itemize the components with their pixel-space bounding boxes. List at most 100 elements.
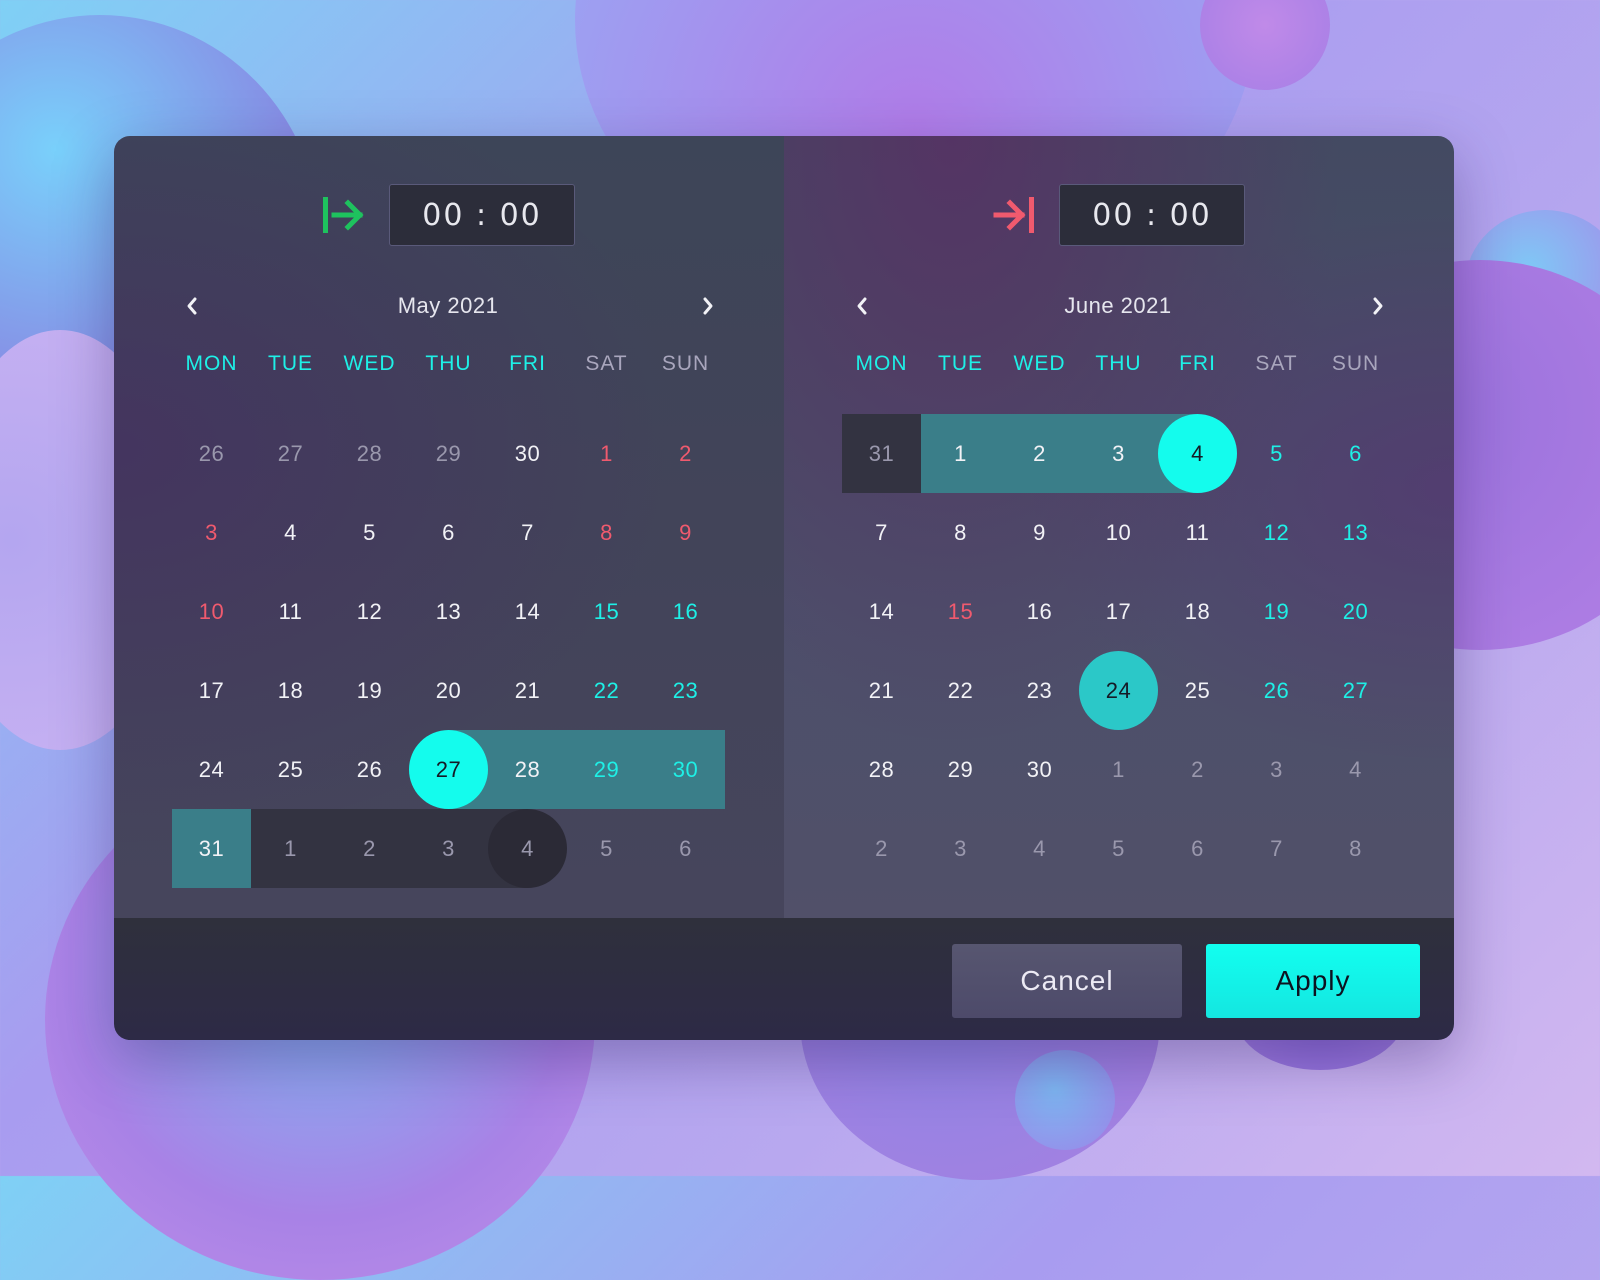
day-cell[interactable]: 27	[1316, 651, 1395, 730]
day-cell-other-month-range[interactable]: 2	[330, 809, 409, 888]
day-cell[interactable]: 21	[842, 651, 921, 730]
day-cell[interactable]: 23	[1000, 651, 1079, 730]
day-cell[interactable]: 27	[251, 414, 330, 493]
day-cell-in-range[interactable]: 3	[1079, 414, 1158, 493]
day-cell-range-end[interactable]: 4	[1158, 414, 1237, 493]
day-cell-in-range[interactable]: 29	[567, 730, 646, 809]
day-cell[interactable]: 7	[842, 493, 921, 572]
day-cell[interactable]: 8	[921, 493, 1000, 572]
day-cell[interactable]: 26	[330, 730, 409, 809]
day-cell-range-start[interactable]: 27	[409, 730, 488, 809]
day-cell[interactable]: 10	[172, 572, 251, 651]
day-number: 4	[284, 519, 297, 545]
day-cell[interactable]: 17	[1079, 572, 1158, 651]
day-cell[interactable]: 3	[1237, 730, 1316, 809]
day-cell[interactable]: 30	[1000, 730, 1079, 809]
day-cell[interactable]: 26	[1237, 651, 1316, 730]
day-cell[interactable]: 7	[1237, 809, 1316, 888]
day-cell[interactable]: 16	[1000, 572, 1079, 651]
day-cell-other-month-range-end[interactable]: 4	[488, 809, 567, 888]
day-cell[interactable]: 23	[646, 651, 725, 730]
day-cell[interactable]: 9	[646, 493, 725, 572]
day-cell[interactable]: 7	[488, 493, 567, 572]
day-cell[interactable]: 1	[567, 414, 646, 493]
day-cell[interactable]: 18	[251, 651, 330, 730]
day-cell[interactable]: 1	[1079, 730, 1158, 809]
end-time-input[interactable]: 00 : 00	[1059, 184, 1245, 246]
day-cell[interactable]: 14	[842, 572, 921, 651]
day-cell[interactable]: 19	[1237, 572, 1316, 651]
day-number: 1	[284, 835, 297, 861]
day-cell[interactable]: 5	[1237, 414, 1316, 493]
week-row: 14 15 16 17 18 19 20	[842, 572, 1395, 651]
day-cell[interactable]: 5	[330, 493, 409, 572]
day-number: 2	[1033, 440, 1046, 466]
day-cell[interactable]: 2	[646, 414, 725, 493]
day-cell[interactable]: 8	[1316, 809, 1395, 888]
day-cell[interactable]: 12	[330, 572, 409, 651]
day-cell[interactable]: 8	[567, 493, 646, 572]
day-cell[interactable]: 3	[172, 493, 251, 572]
day-cell-today[interactable]: 24	[1079, 651, 1158, 730]
day-cell-other-month-range[interactable]: 31	[842, 414, 921, 493]
day-cell[interactable]: 17	[172, 651, 251, 730]
day-cell[interactable]: 25	[251, 730, 330, 809]
day-cell[interactable]: 6	[1158, 809, 1237, 888]
day-cell-in-range[interactable]: 2	[1000, 414, 1079, 493]
end-weekday-header: MON TUE WED THU FRI SAT SUN	[842, 346, 1395, 382]
start-time-input[interactable]: 00 : 00	[389, 184, 575, 246]
day-cell[interactable]: 13	[1316, 493, 1395, 572]
day-cell[interactable]: 28	[842, 730, 921, 809]
day-cell[interactable]: 22	[567, 651, 646, 730]
day-cell[interactable]: 16	[646, 572, 725, 651]
day-cell-in-range[interactable]: 28	[488, 730, 567, 809]
day-cell[interactable]: 29	[409, 414, 488, 493]
day-cell[interactable]: 6	[409, 493, 488, 572]
day-cell[interactable]: 21	[488, 651, 567, 730]
day-cell[interactable]: 5	[567, 809, 646, 888]
day-cell[interactable]: 6	[1316, 414, 1395, 493]
day-cell-in-range[interactable]: 31	[172, 809, 251, 888]
day-cell[interactable]: 4	[1316, 730, 1395, 809]
day-cell[interactable]: 2	[842, 809, 921, 888]
day-cell[interactable]: 25	[1158, 651, 1237, 730]
day-cell[interactable]: 14	[488, 572, 567, 651]
day-cell[interactable]: 18	[1158, 572, 1237, 651]
day-cell[interactable]: 11	[251, 572, 330, 651]
day-cell[interactable]: 4	[1000, 809, 1079, 888]
day-cell-other-month-range[interactable]: 1	[251, 809, 330, 888]
day-cell[interactable]: 19	[330, 651, 409, 730]
range-end-arrow-icon	[989, 195, 1039, 235]
day-cell[interactable]: 26	[172, 414, 251, 493]
weekday-label: MON	[185, 352, 238, 375]
day-cell[interactable]: 6	[646, 809, 725, 888]
day-cell[interactable]: 4	[251, 493, 330, 572]
day-cell[interactable]: 11	[1158, 493, 1237, 572]
end-next-month-button[interactable]	[1360, 288, 1396, 324]
day-cell-in-range[interactable]: 30	[646, 730, 725, 809]
start-next-month-button[interactable]	[690, 288, 726, 324]
day-cell[interactable]: 12	[1237, 493, 1316, 572]
day-cell[interactable]: 5	[1079, 809, 1158, 888]
day-cell-in-range[interactable]: 1	[921, 414, 1000, 493]
day-cell[interactable]: 13	[409, 572, 488, 651]
day-cell[interactable]: 10	[1079, 493, 1158, 572]
day-cell[interactable]: 2	[1158, 730, 1237, 809]
day-number: 31	[198, 835, 225, 861]
day-cell[interactable]: 28	[330, 414, 409, 493]
day-cell[interactable]: 20	[1316, 572, 1395, 651]
day-cell-other-month-range[interactable]: 3	[409, 809, 488, 888]
day-cell[interactable]: 30	[488, 414, 567, 493]
day-number: 10	[1105, 519, 1132, 545]
cancel-button[interactable]: Cancel	[952, 944, 1182, 1018]
day-cell[interactable]: 3	[921, 809, 1000, 888]
day-cell[interactable]: 9	[1000, 493, 1079, 572]
day-cell[interactable]: 24	[172, 730, 251, 809]
day-cell[interactable]: 22	[921, 651, 1000, 730]
day-cell[interactable]: 20	[409, 651, 488, 730]
apply-button[interactable]: Apply	[1206, 944, 1420, 1018]
day-cell[interactable]: 15	[921, 572, 1000, 651]
week-row: 28 29 30 1 2 3 4	[842, 730, 1395, 809]
day-cell[interactable]: 15	[567, 572, 646, 651]
day-cell[interactable]: 29	[921, 730, 1000, 809]
